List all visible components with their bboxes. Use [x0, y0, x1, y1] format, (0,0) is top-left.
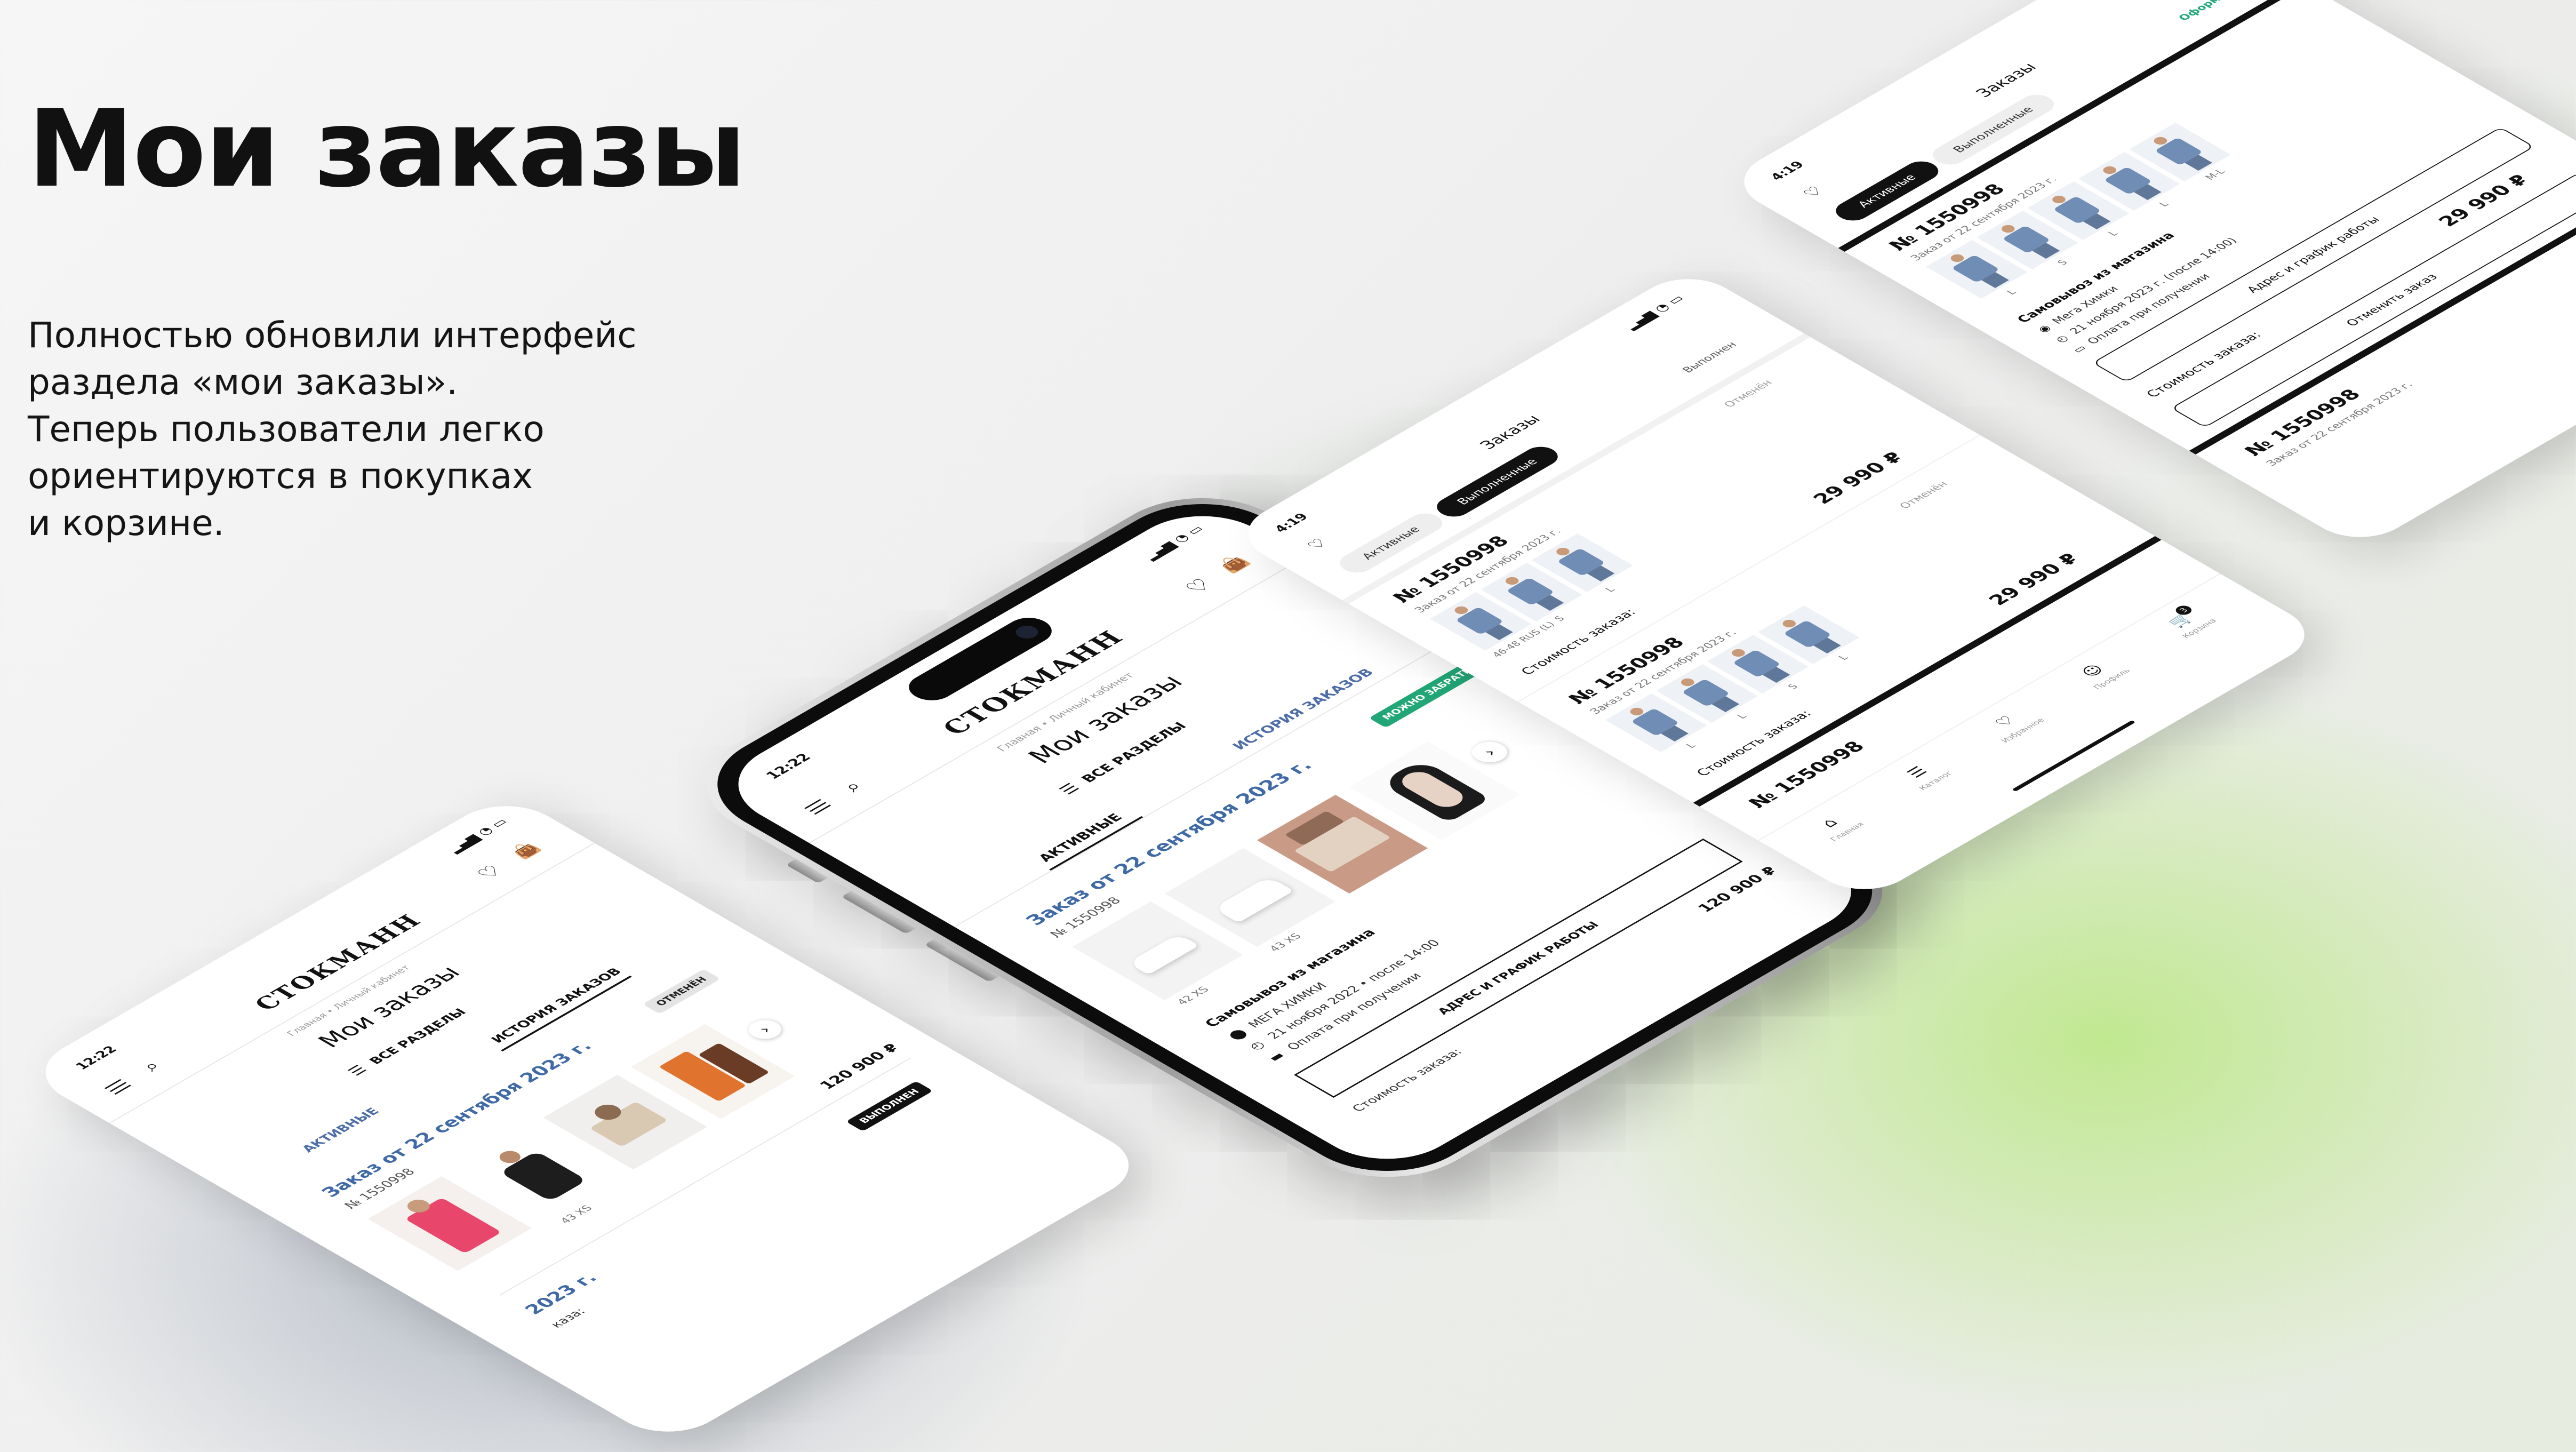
tab-history[interactable]: ИСТОРИЯ ЗАКАЗОВ: [488, 966, 625, 1045]
order-price: 29 990 ₽: [1984, 551, 2084, 609]
segment-active[interactable]: Активные: [1333, 509, 1450, 577]
lead-line: Теперь пользователи легко: [28, 409, 545, 450]
screen-title: Заказы: [1476, 412, 1545, 452]
product-size: M-L: [2203, 167, 2228, 182]
status-time: 12:22: [763, 751, 815, 781]
card-icon: ▭: [2069, 343, 2090, 355]
product-size: L: [1836, 653, 1851, 662]
tab-history[interactable]: ИСТОРИЯ ЗАКАЗОВ: [1229, 667, 1378, 752]
order-total: 120 900 ₽: [815, 1041, 903, 1092]
menu-icon[interactable]: [104, 1079, 132, 1095]
lead-line: раздела «мои заказы».: [28, 362, 458, 403]
segment-completed[interactable]: Выполненные: [1430, 443, 1565, 521]
order-title-link[interactable]: 2023 г.: [520, 1270, 602, 1318]
bag-icon[interactable]: 👜: [1212, 551, 1256, 577]
status-time: 4:19: [1767, 159, 1808, 182]
status-badge: ВЫПОЛНЕН: [845, 1081, 933, 1131]
next-arrow-button[interactable]: ›: [1465, 738, 1515, 767]
product-size: L: [1603, 585, 1618, 594]
product-size: S: [1785, 682, 1801, 691]
product-size: L: [1734, 712, 1749, 721]
product-size: L: [1684, 741, 1699, 750]
heart-icon[interactable]: ♡: [1797, 182, 1830, 202]
tab-bar: [1757, 573, 2326, 901]
segment-completed[interactable]: Выполненные: [1926, 91, 2061, 169]
search-icon[interactable]: ⌕: [131, 1055, 172, 1078]
status-text: Выполнен: [1679, 339, 1740, 374]
order-cost-label: каза:: [548, 1306, 589, 1330]
tab-underline: [500, 976, 632, 1051]
status-text: Отменён: [1896, 479, 1951, 510]
product-size: S: [2055, 258, 2070, 267]
heart-icon[interactable]: ♡: [1301, 534, 1334, 554]
list-icon: ☰: [343, 1062, 371, 1079]
status-badge: ОТМЕНЁН: [642, 969, 721, 1014]
order-price: 29 990 ₽: [1809, 449, 1909, 507]
lead-paragraph: Полностью обновили интерфейс раздела «мо…: [28, 312, 774, 547]
status-icons: ▂▄▆ ◔ ▭: [1140, 523, 1207, 562]
status-text: Оформлен: [2175, 0, 2244, 22]
heart-icon[interactable]: ♡: [469, 860, 510, 884]
heart-icon[interactable]: ♡: [1178, 574, 1220, 599]
tab-active[interactable]: АКТИВНЫЕ: [1035, 811, 1126, 864]
location-pin-icon: ⬤: [1225, 1027, 1251, 1042]
product-size: L: [2106, 229, 2121, 238]
clock-icon: ◴: [1245, 1039, 1268, 1052]
list-icon: ☰: [1055, 780, 1084, 797]
lead-line: Полностью обновили интерфейс: [28, 315, 637, 356]
screen-title: Заказы: [1972, 60, 2041, 100]
tab-active[interactable]: АКТИВНЫЕ: [299, 1106, 383, 1154]
lead-line: ориентируются в покупках: [28, 456, 533, 497]
status-icons: ▂▄▆ ◔ ▭: [444, 816, 511, 855]
product-size: L: [2004, 288, 2019, 297]
search-icon[interactable]: ⌕: [831, 774, 874, 799]
clock-icon: ◴: [2052, 333, 2071, 345]
card-icon: ▬: [1265, 1050, 1289, 1064]
product-size: S: [1552, 614, 1567, 623]
status-time: 12:22: [72, 1043, 121, 1072]
status-icons: ▂▄▆ ◔ ▭: [1621, 293, 1688, 331]
menu-icon[interactable]: [804, 799, 831, 815]
page-headline: Мои заказы: [28, 87, 746, 211]
segment-active[interactable]: Активные: [1829, 157, 1946, 225]
status-time: 4:19: [1271, 511, 1312, 534]
location-pin-icon: ◉: [2034, 323, 2054, 334]
bag-icon[interactable]: 👜: [505, 838, 547, 863]
lead-line: и корзине.: [28, 502, 225, 544]
next-arrow-button[interactable]: ›: [741, 1016, 788, 1043]
product-size: L: [2157, 200, 2171, 209]
